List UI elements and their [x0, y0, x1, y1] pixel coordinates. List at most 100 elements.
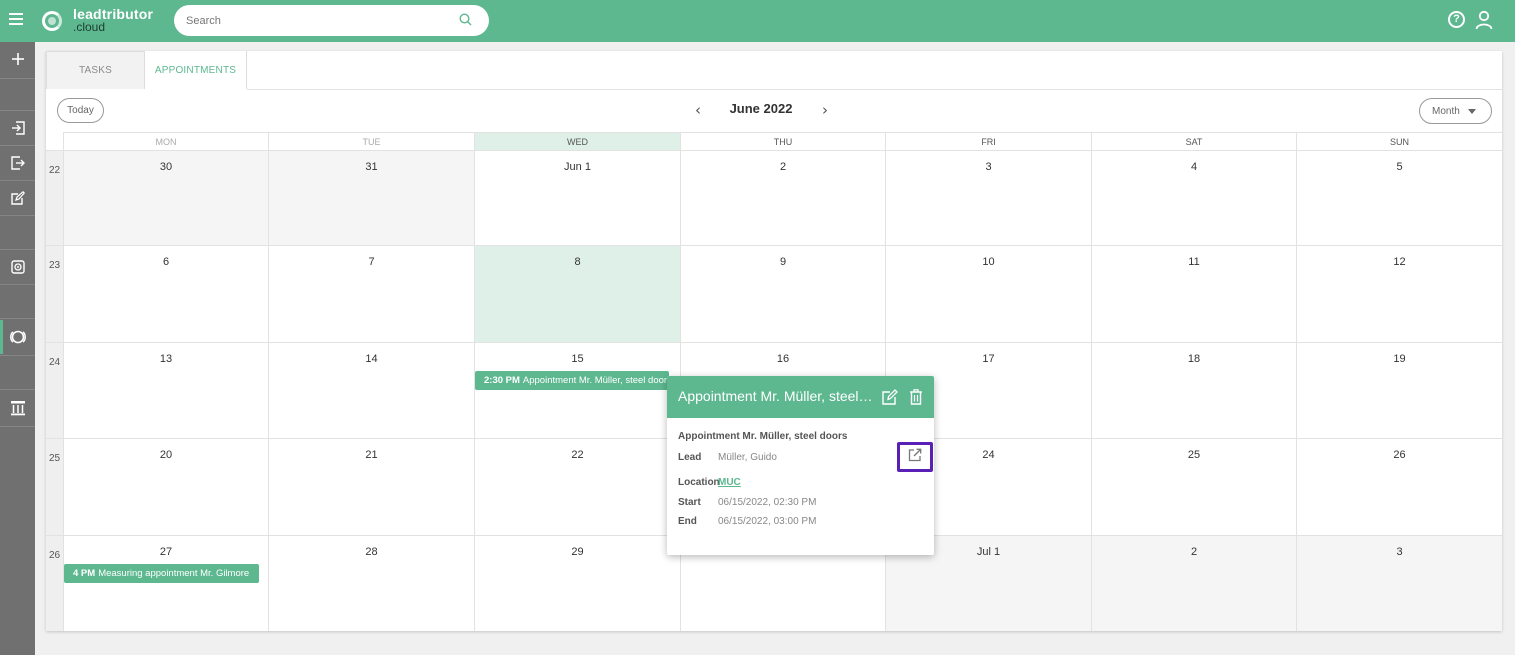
day-cell[interactable]: 22	[474, 438, 680, 535]
day-cell[interactable]: 21	[268, 438, 474, 535]
popover-subtitle: Appointment Mr. Müller, steel doors	[678, 431, 848, 442]
day-cell[interactable]: 2	[680, 150, 885, 245]
day-number: 3	[985, 161, 992, 173]
day-number: 6	[162, 256, 170, 268]
day-number: 26	[1393, 449, 1406, 461]
sidebar-target-icon[interactable]	[0, 250, 35, 284]
day-number: 21	[365, 449, 378, 461]
prev-month-button[interactable]: ‹	[691, 102, 705, 118]
event-time: 4 PM	[73, 568, 96, 579]
start-label: Start	[678, 497, 701, 508]
day-cell[interactable]: 3	[885, 150, 1091, 245]
day-cell[interactable]: 13	[63, 342, 268, 438]
day-number: 12	[1393, 256, 1406, 268]
day-number: 10	[982, 256, 995, 268]
day-cell[interactable]: Jun 1	[474, 150, 680, 245]
help-icon[interactable]: ?	[1448, 11, 1465, 28]
day-cell[interactable]: 29	[474, 535, 680, 631]
day-number: 13	[159, 353, 173, 365]
day-cell[interactable]: 6	[63, 245, 268, 342]
brand-domain: .cloud	[73, 20, 106, 34]
day-number: 20	[159, 449, 173, 461]
search-input[interactable]	[186, 12, 446, 29]
week-number: 25	[46, 438, 63, 535]
tab-tasks[interactable]: TASKS	[46, 51, 145, 89]
day-number: Jun 1	[564, 161, 591, 173]
location-link[interactable]: MUC	[718, 477, 741, 488]
day-cell[interactable]: 15	[474, 342, 680, 438]
edit-icon[interactable]	[882, 389, 898, 410]
day-number: 2	[1190, 546, 1198, 558]
day-cell[interactable]: 14	[268, 342, 474, 438]
day-cell[interactable]: 26	[1296, 438, 1502, 535]
day-number: 28	[365, 546, 378, 558]
view-select[interactable]: Month	[1419, 98, 1492, 124]
day-number: 17	[982, 353, 995, 365]
day-number: 24	[982, 449, 995, 461]
weekday-header: MON	[63, 132, 268, 150]
sidebar-divider	[0, 284, 35, 285]
sidebar-logout-icon[interactable]	[0, 146, 35, 180]
day-cell[interactable]: 19	[1296, 342, 1502, 438]
weekday-header: WED	[474, 132, 680, 150]
sidebar-login-icon[interactable]	[0, 111, 35, 145]
tab-appointments[interactable]: APPOINTMENTS	[145, 51, 247, 89]
day-cell[interactable]: 12	[1296, 245, 1502, 342]
search-icon[interactable]	[459, 13, 472, 31]
trash-icon[interactable]	[909, 389, 923, 410]
open-lead-button[interactable]	[897, 442, 933, 472]
user-icon[interactable]	[1475, 10, 1493, 35]
sidebar-archive-icon[interactable]	[0, 391, 35, 425]
weekday-header: FRI	[885, 132, 1091, 150]
day-number: 8	[574, 256, 581, 268]
day-cell[interactable]: 2	[1091, 535, 1296, 631]
end-value: 06/15/2022, 03:00 PM	[718, 516, 817, 527]
day-number: Jul 1	[976, 546, 1001, 558]
next-month-button[interactable]: ›	[818, 102, 832, 118]
day-cell[interactable]: 28	[268, 535, 474, 631]
day-cell[interactable]: 20	[63, 438, 268, 535]
day-cell[interactable]: 7	[268, 245, 474, 342]
event-time: 2:30 PM	[484, 375, 520, 386]
sidebar-divider	[0, 318, 35, 319]
day-number: 7	[368, 256, 375, 268]
event-chip[interactable]: 4 PM Measuring appointment Mr. Gilmore	[64, 564, 259, 583]
week-number: 26	[46, 535, 63, 631]
day-number: 15	[571, 353, 584, 365]
lead-label: Lead	[678, 452, 702, 463]
day-cell[interactable]: 11	[1091, 245, 1296, 342]
day-cell[interactable]: 8	[474, 245, 680, 342]
day-cell[interactable]: 9	[680, 245, 885, 342]
start-value: 06/15/2022, 02:30 PM	[718, 497, 817, 508]
sidebar-appointments-icon[interactable]	[0, 320, 35, 354]
day-number: 2	[779, 161, 787, 173]
day-number: 4	[1190, 161, 1198, 173]
event-chip[interactable]: 2:30 PM Appointment Mr. Müller, steel doo…	[475, 371, 669, 390]
event-title: Measuring appointment Mr. Gilmore	[98, 568, 250, 579]
sidebar-add-icon[interactable]	[0, 42, 35, 76]
today-button[interactable]: Today	[57, 98, 104, 123]
search-box	[174, 5, 489, 36]
day-cell[interactable]: 10	[885, 245, 1091, 342]
day-number: 14	[365, 353, 378, 365]
day-cell[interactable]: 4	[1091, 150, 1296, 245]
day-cell[interactable]: 5	[1296, 150, 1502, 245]
day-cell[interactable]: 3	[1296, 535, 1502, 631]
tab-underline	[247, 89, 1502, 90]
weekday-header: THU	[680, 132, 885, 150]
day-cell[interactable]: 25	[1091, 438, 1296, 535]
hamburger-icon[interactable]	[9, 13, 23, 25]
day-cell[interactable]: 18	[1091, 342, 1296, 438]
day-cell[interactable]: 30	[63, 150, 268, 245]
lead-value: Müller, Guido	[718, 452, 777, 463]
weekday-header: SAT	[1091, 132, 1296, 150]
logo-mark-icon	[42, 11, 62, 31]
day-cell[interactable]: 27	[63, 535, 268, 631]
week-number: 24	[46, 342, 63, 438]
sidebar-edit-icon[interactable]	[0, 181, 35, 215]
day-cell[interactable]: 31	[268, 150, 474, 245]
week-number: 22	[46, 150, 63, 245]
day-number: 18	[1187, 353, 1201, 365]
sidebar	[0, 42, 35, 655]
day-number: 11	[1188, 256, 1200, 268]
